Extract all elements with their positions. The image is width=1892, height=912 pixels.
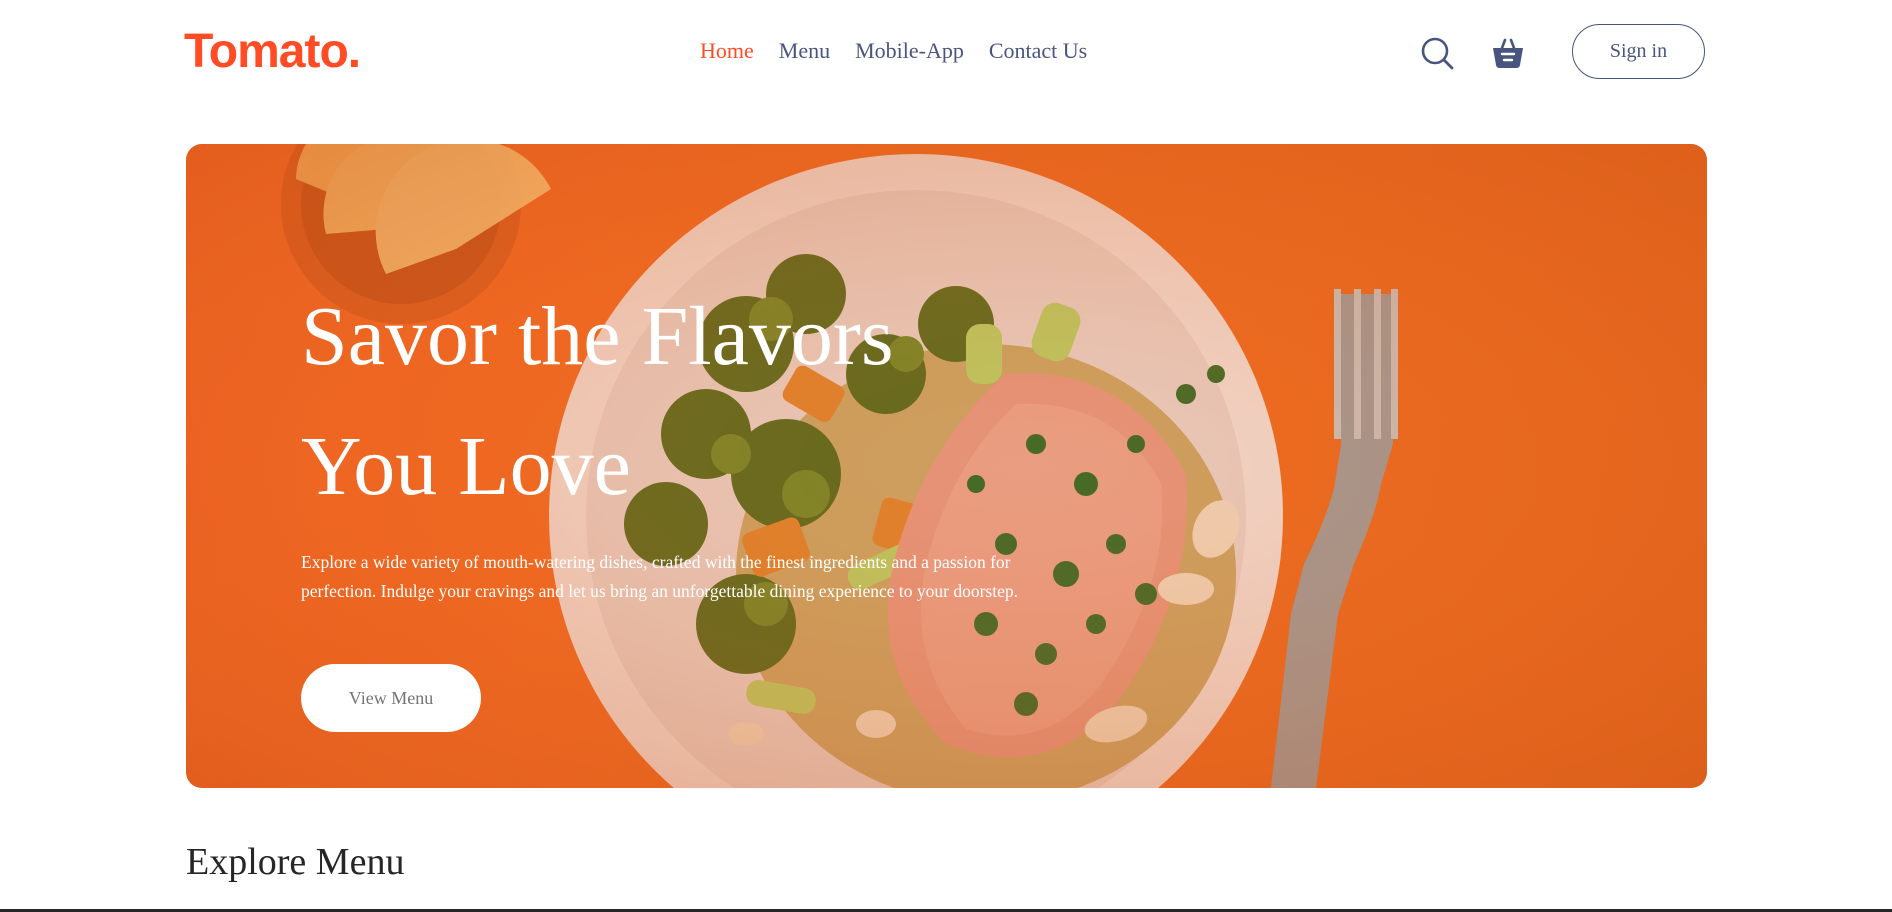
nav-link-home[interactable]: Home — [700, 36, 754, 66]
explore-menu-title: Explore Menu — [186, 841, 405, 883]
view-menu-button[interactable]: View Menu — [301, 664, 481, 732]
basket-icon[interactable] — [1491, 36, 1525, 70]
logo[interactable]: Tomato. — [184, 22, 361, 82]
hero-title: Savor the Flavors You Love — [301, 272, 1061, 532]
hero-title-line-1: Savor the Flavors — [301, 290, 894, 383]
hero-description: Explore a wide variety of mouth-watering… — [301, 552, 1018, 601]
nav-link-mobile-app[interactable]: Mobile-App — [855, 36, 964, 66]
nav-link-menu[interactable]: Menu — [779, 36, 830, 66]
hero-title-line-2: You Love — [301, 420, 631, 513]
navbar: Tomato. Home Menu Mobile-App Contact Us … — [0, 0, 1892, 106]
nav-link-contact-us[interactable]: Contact Us — [989, 36, 1087, 66]
nav-links: Home Menu Mobile-App Contact Us — [700, 36, 1087, 66]
search-icon[interactable] — [1420, 36, 1454, 70]
hero-banner: Savor the Flavors You Love Explore a wid… — [186, 144, 1707, 788]
sign-in-button[interactable]: Sign in — [1572, 24, 1705, 79]
